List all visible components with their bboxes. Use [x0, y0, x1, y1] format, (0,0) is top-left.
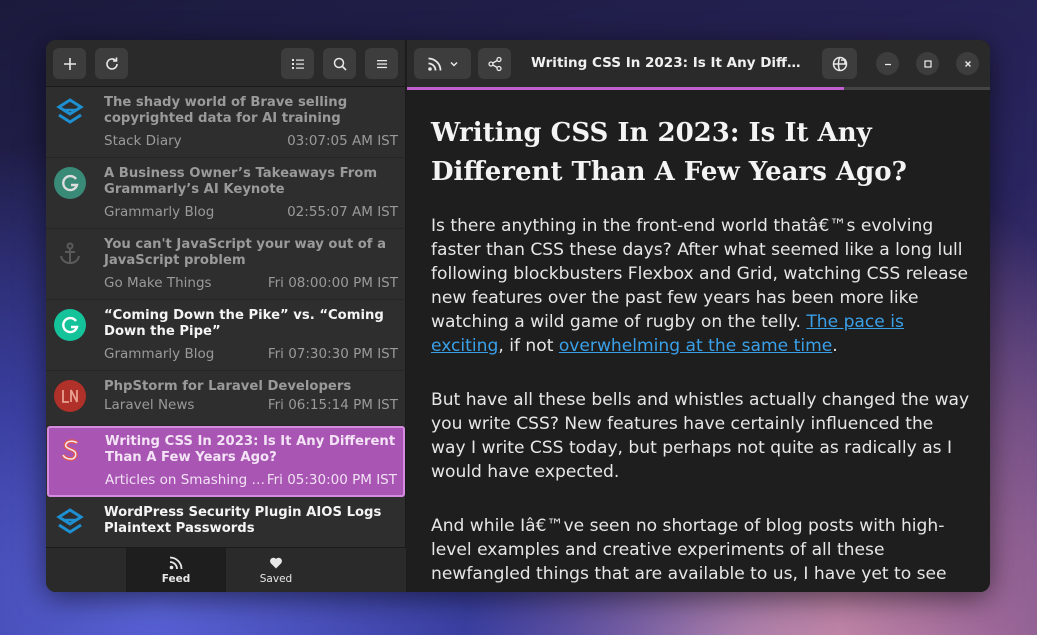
stack-diary-logo-icon	[54, 96, 86, 128]
open-in-browser-button[interactable]	[822, 48, 857, 79]
refresh-icon	[105, 57, 118, 70]
smashing-magazine-logo-icon	[55, 435, 87, 467]
list-item[interactable]: A Business Owner’s Takeaways From Gramma…	[46, 158, 406, 229]
article-paragraph: But have all these bells and whistles ac…	[431, 390, 970, 482]
item-source: Grammarly Blog	[104, 346, 215, 362]
item-source: Articles on Smashing Magazine	[105, 472, 275, 488]
share-button[interactable]	[478, 48, 511, 79]
minimize-icon	[884, 63, 891, 65]
paragraph-text: , if not	[498, 336, 559, 356]
grammarly-logo-icon	[54, 167, 86, 199]
item-source: Grammarly Blog	[104, 204, 215, 220]
sidebar: The shady world of Brave selling copyrig…	[46, 40, 406, 592]
item-source: Go Make Things	[104, 275, 212, 291]
article-list: The shady world of Brave selling copyrig…	[46, 87, 406, 547]
close-icon	[964, 60, 971, 67]
tab-feed-label: Feed	[161, 573, 191, 585]
item-title: PhpStorm for Laravel Developers	[104, 379, 352, 394]
tab-feed[interactable]: Feed	[126, 548, 226, 592]
app-window: The shady world of Brave selling copyrig…	[46, 40, 990, 592]
reading-progress-bar	[407, 87, 990, 90]
grammarly-logo-icon	[54, 309, 86, 341]
list-item-selected[interactable]: Writing CSS In 2023: Is It Any Different…	[47, 426, 405, 497]
item-source: Stack Diary	[104, 133, 182, 149]
share-icon	[487, 56, 502, 71]
item-title: The shady world of Brave selling copyrig…	[104, 95, 348, 126]
sidebar-footer: Feed Saved	[46, 547, 406, 592]
paragraph-text: .	[832, 336, 838, 356]
article-paragraph: And while Iâ€™ve seen no shortage of blo…	[431, 516, 947, 584]
maximize-icon	[923, 59, 932, 68]
tab-saved[interactable]: Saved	[226, 548, 326, 592]
article-body: Writing CSS In 2023: Is It Any Different…	[431, 114, 971, 592]
add-feed-button[interactable]	[53, 48, 86, 79]
search-icon	[333, 57, 347, 71]
close-button[interactable]	[956, 52, 979, 75]
laravel-news-logo-icon	[54, 380, 86, 412]
browser-globe-icon	[832, 56, 847, 71]
item-title: WordPress Security Plugin AIOS Logs Plai…	[104, 505, 382, 536]
feed-actions-dropdown[interactable]	[414, 48, 471, 79]
article-header-title: Writing CSS In 2023: Is It Any Different…	[531, 55, 803, 71]
article-paragraph: Is there anything in the front-end world…	[431, 214, 971, 358]
article-header: Writing CSS In 2023: Is It Any Different…	[407, 40, 990, 87]
item-source: Laravel News	[104, 397, 195, 413]
list-item[interactable]: “Coming Down the Pike” vs. “Coming Down …	[46, 300, 406, 371]
item-time: Fri 08:00:00 PM IST	[267, 275, 398, 291]
list-item[interactable]: PhpStorm for Laravel Developers Laravel …	[46, 371, 406, 426]
item-time: 03:07:05 AM IST	[287, 133, 398, 149]
list-view-icon	[291, 58, 304, 69]
refresh-button[interactable]	[95, 48, 128, 79]
item-time: Fri 05:30:00 PM IST	[266, 472, 397, 488]
item-title: You can't JavaScript your way out of a J…	[104, 237, 387, 268]
rss-icon	[427, 57, 441, 71]
list-item[interactable]: WordPress Security Plugin AIOS Logs Plai…	[46, 497, 406, 547]
plus-icon	[63, 57, 76, 70]
item-title: Writing CSS In 2023: Is It Any Different…	[105, 434, 396, 465]
item-time: Fri 07:30:30 PM IST	[267, 346, 398, 362]
article-title: Writing CSS In 2023: Is It Any Different…	[431, 118, 907, 187]
item-title: A Business Owner’s Takeaways From Gramma…	[104, 166, 378, 197]
tab-saved-label: Saved	[259, 573, 293, 585]
item-time: Fri 06:15:14 PM IST	[267, 397, 398, 413]
item-title: “Coming Down the Pike” vs. “Coming Down …	[104, 308, 384, 339]
maximize-button[interactable]	[916, 52, 939, 75]
hamburger-menu-icon	[376, 59, 387, 68]
anchor-icon	[54, 238, 86, 270]
search-button[interactable]	[323, 48, 356, 79]
article-view: Writing CSS In 2023: Is It Any Different…	[407, 40, 990, 592]
reading-progress-fill	[407, 87, 845, 90]
view-list-button[interactable]	[281, 48, 314, 79]
sidebar-header	[46, 40, 405, 87]
chevron-down-icon	[449, 61, 458, 67]
item-time: 02:55:07 AM IST	[287, 204, 398, 220]
stack-diary-logo-icon	[54, 506, 86, 538]
minimize-button[interactable]	[876, 52, 899, 75]
article-link[interactable]: overwhelming at the same time	[559, 336, 832, 356]
list-item[interactable]: The shady world of Brave selling copyrig…	[46, 87, 406, 158]
menu-button[interactable]	[365, 48, 398, 79]
list-item[interactable]: You can't JavaScript your way out of a J…	[46, 229, 406, 300]
rss-icon	[169, 556, 183, 570]
heart-icon	[270, 557, 282, 569]
